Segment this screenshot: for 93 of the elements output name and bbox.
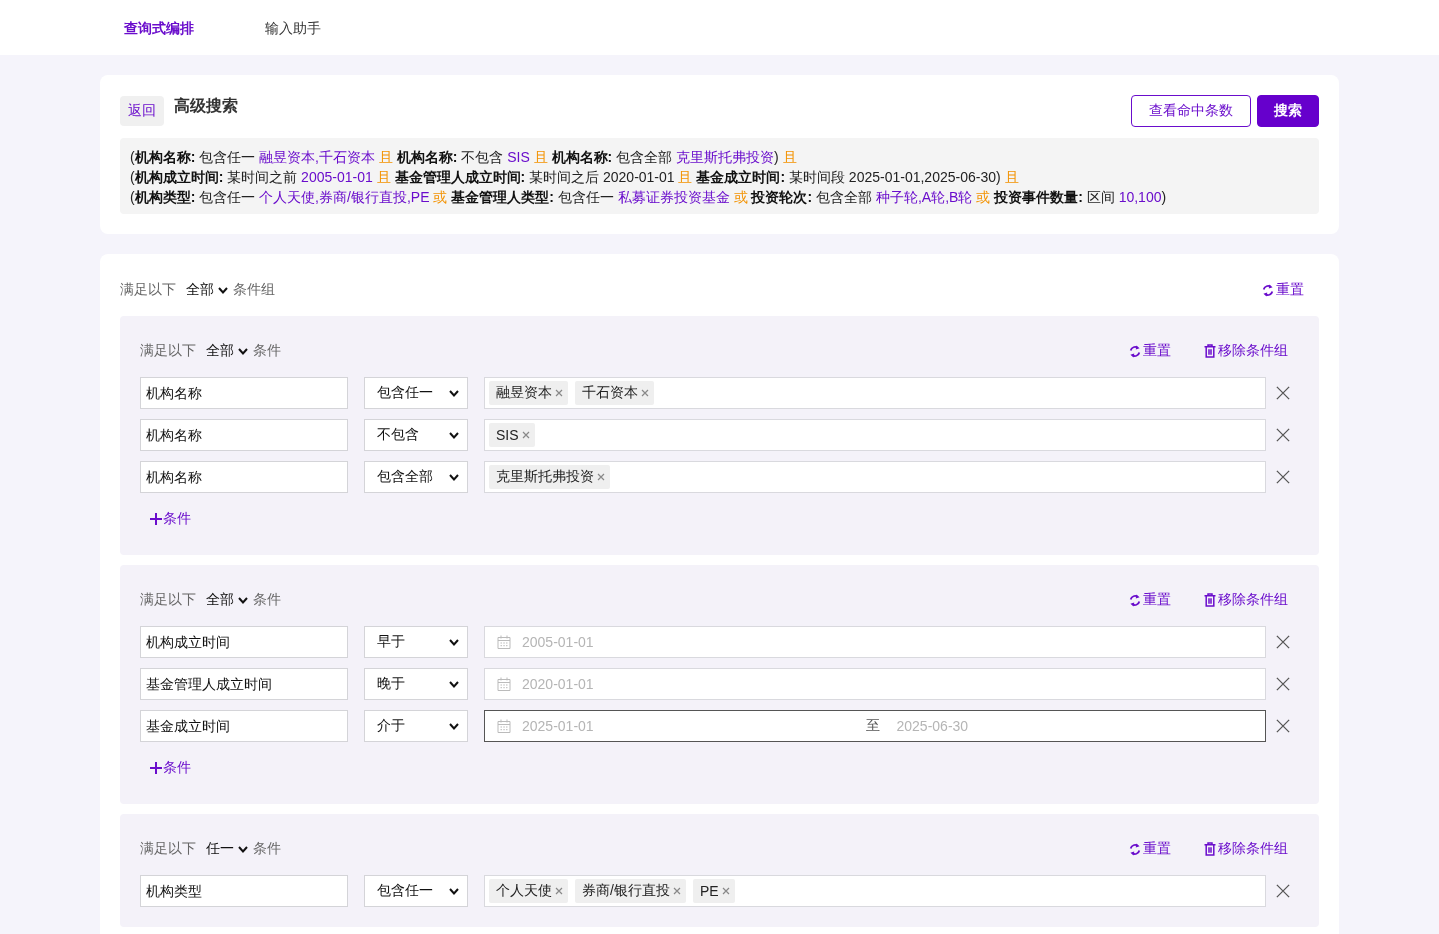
match-prefix: 满足以下 [140, 591, 196, 609]
close-icon[interactable] [1276, 428, 1290, 442]
chevron-icon [218, 286, 228, 294]
query-summary-line: (机构成立时间: 某时间之前 2005-01-01 且 基金管理人成立时间: 某时间之后 2020-01-01 且 基金成立时间: 某时间段 2025-01-01,2025-06-30) 且 [130, 168, 1020, 187]
operator-select[interactable]: 早于 [364, 626, 468, 658]
refresh-icon [1129, 344, 1141, 358]
field-input[interactable]: 机构名称 [140, 419, 348, 451]
close-icon[interactable] [1276, 470, 1290, 484]
value-tag[interactable]: 融昱资本 [489, 381, 568, 405]
value-tag[interactable]: SIS [489, 423, 535, 447]
reset-button[interactable]: 重置 [1129, 342, 1171, 360]
calendar-icon [497, 719, 511, 733]
reset-button[interactable]: 重置 [1262, 281, 1304, 299]
value-tag[interactable]: 千石资本 [575, 381, 654, 405]
value-tag[interactable]: PE [692, 879, 735, 903]
match-select[interactable]: 全部 [206, 342, 248, 360]
plus-icon [150, 762, 162, 774]
chevron-icon [449, 680, 459, 688]
operator-select[interactable]: 包含任一 [364, 875, 468, 907]
match-prefix: 满足以下 [120, 281, 176, 299]
nav-tab[interactable]: 查询式编排 [124, 17, 194, 38]
close-icon[interactable] [1276, 719, 1290, 733]
tag-close-icon[interactable] [672, 887, 681, 895]
match-suffix: 条件组 [233, 281, 275, 299]
chevron-icon [449, 638, 459, 646]
field-input[interactable]: 机构成立时间 [140, 626, 348, 658]
operator-select[interactable]: 不包含 [364, 419, 468, 451]
add-condition-button[interactable]: 条件 [140, 752, 201, 784]
value-input[interactable]: 个人天使 券商/银行直投 PE [484, 875, 1266, 907]
refresh-icon [1262, 283, 1274, 297]
tag-close-icon[interactable] [555, 887, 563, 895]
field-input[interactable]: 基金成立时间 [140, 710, 348, 742]
tag-close-icon[interactable] [521, 431, 530, 439]
remove-group-button[interactable]: 移除条件组 [1204, 840, 1288, 858]
calendar-icon [497, 635, 511, 649]
chevron-icon [449, 473, 459, 481]
query-summary-line: (机构名称: 包含任一 融昱资本,千石资本 且 机构名称: 不包含 SIS 且 机构名称: 包含全部 克里斯托弗投资) 且 [130, 148, 798, 167]
operator-select[interactable]: 介于 [364, 710, 468, 742]
match-suffix: 条件 [253, 591, 281, 609]
remove-group-button[interactable]: 移除条件组 [1204, 342, 1288, 360]
value-tag[interactable]: 券商/银行直投 [575, 879, 686, 903]
remove-group-button[interactable]: 移除条件组 [1204, 591, 1288, 609]
search-button[interactable]: 搜索 [1257, 95, 1319, 127]
operator-select[interactable]: 晚于 [364, 668, 468, 700]
field-input[interactable]: 基金管理人成立时间 [140, 668, 348, 700]
trash-icon [1204, 344, 1216, 358]
match-select[interactable]: 全部 [206, 591, 248, 609]
nav-tab[interactable]: 输入助手 [265, 17, 321, 38]
chevron-icon [449, 431, 459, 439]
tag-close-icon[interactable] [555, 389, 563, 397]
chevron-icon [238, 596, 248, 604]
value-input[interactable]: 克里斯托弗投资 [484, 461, 1266, 493]
tag-close-icon[interactable] [597, 473, 605, 481]
operator-select[interactable]: 包含全部 [364, 461, 468, 493]
reset-button[interactable]: 重置 [1129, 591, 1171, 609]
back-button[interactable]: 返回 [120, 96, 164, 126]
chevron-icon [238, 845, 248, 853]
add-condition-button[interactable]: 条件 [140, 503, 201, 535]
close-icon[interactable] [1276, 386, 1290, 400]
match-select[interactable]: 全部 [186, 281, 228, 299]
close-icon[interactable] [1276, 884, 1290, 898]
tag-close-icon[interactable] [721, 887, 730, 895]
operator-select[interactable]: 包含任一 [364, 377, 468, 409]
field-input[interactable]: 机构名称 [140, 377, 348, 409]
refresh-icon [1129, 593, 1141, 607]
reset-button[interactable]: 重置 [1129, 840, 1171, 858]
match-suffix: 条件 [253, 342, 281, 360]
match-select[interactable]: 任一 [206, 840, 248, 858]
chevron-icon [449, 389, 459, 397]
trash-icon [1204, 593, 1216, 607]
chevron-icon [238, 347, 248, 355]
value-tag[interactable]: 个人天使 [489, 879, 568, 903]
page-title: 高级搜索 [174, 96, 238, 116]
value-tag[interactable]: 克里斯托弗投资 [489, 465, 610, 489]
refresh-icon [1129, 842, 1141, 856]
chevron-icon [449, 722, 459, 730]
chevron-icon [449, 887, 459, 895]
close-icon[interactable] [1276, 635, 1290, 649]
field-input[interactable]: 机构类型 [140, 875, 348, 907]
match-prefix: 满足以下 [140, 840, 196, 858]
close-icon[interactable] [1276, 677, 1290, 691]
calendar-icon [497, 677, 511, 691]
range-separator: 至 [865, 717, 880, 735]
hit-count-button[interactable]: 查看命中条数 [1131, 95, 1251, 127]
match-suffix: 条件 [253, 840, 281, 858]
plus-icon [150, 513, 162, 525]
value-input[interactable]: SIS [484, 419, 1266, 451]
tag-close-icon[interactable] [641, 389, 649, 397]
trash-icon [1204, 842, 1216, 856]
field-input[interactable]: 机构名称 [140, 461, 348, 493]
match-prefix: 满足以下 [140, 342, 196, 360]
query-summary-line: (机构类型: 包含任一 个人天使,券商/银行直投,PE 或 基金管理人类型: 包含任一 私募证券投资基金 或 投资轮次: 包含全部 种子轮,A轮,B轮 或 投资事件数量: 区间 10,100) [130, 188, 1168, 207]
value-input[interactable]: 融昱资本 千石资本 [484, 377, 1266, 409]
